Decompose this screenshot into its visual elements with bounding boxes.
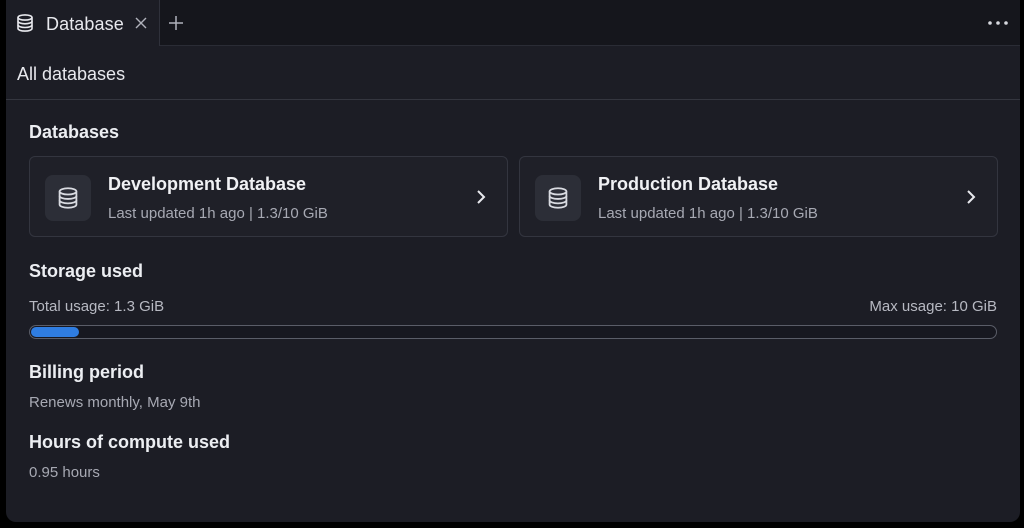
database-meta: Last updated 1h ago | 1.3/10 GiB (598, 205, 818, 222)
page-title: All databases (17, 64, 126, 84)
total-usage-label: Total usage: 1.3 GiB (29, 298, 165, 315)
databases-heading: Databases (29, 122, 120, 142)
storage-heading: Storage used (29, 261, 144, 281)
compute-text: 0.95 hours (29, 464, 100, 481)
storage-progress-fill (31, 327, 79, 337)
more-horizontal-icon[interactable] (986, 14, 1010, 32)
database-meta: Last updated 1h ago | 1.3/10 GiB (108, 205, 328, 222)
storage-progress-bar (29, 325, 997, 339)
database-name: Production Database (598, 174, 779, 194)
page-header: All databases (6, 47, 1020, 100)
database-name: Development Database (108, 174, 307, 194)
database-icon-box (535, 175, 581, 221)
database-card-development[interactable]: Development Database Last updated 1h ago… (29, 156, 508, 237)
compute-heading: Hours of compute used (29, 432, 231, 452)
database-panel: Database All databases Databases Develop… (6, 0, 1020, 522)
tab-label: Database (46, 14, 124, 34)
billing-heading: Billing period (29, 362, 144, 382)
plus-icon[interactable] (166, 13, 186, 33)
tab-bar: Database (6, 0, 1020, 46)
database-icon (17, 14, 33, 32)
database-card-production[interactable]: Production Database Last updated 1h ago … (519, 156, 998, 237)
database-icon-box (45, 175, 91, 221)
close-icon[interactable] (133, 15, 149, 31)
chevron-right-icon (967, 190, 976, 204)
database-icon (58, 187, 78, 209)
database-icon (548, 187, 568, 209)
max-usage-label: Max usage: 10 GiB (869, 298, 997, 315)
chevron-right-icon (477, 190, 486, 204)
billing-text: Renews monthly, May 9th (29, 394, 201, 411)
tab-database[interactable]: Database (6, 0, 160, 46)
